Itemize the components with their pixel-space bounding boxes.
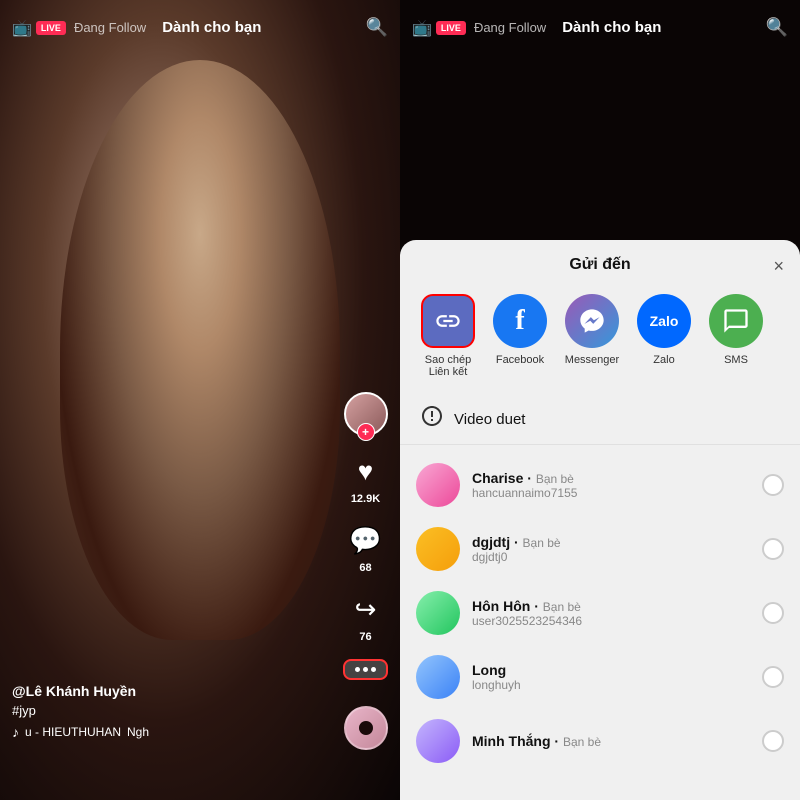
friend-name-4: Minh Thắng · Bạn bè bbox=[472, 733, 750, 749]
friend-username-1: dgjdtj0 bbox=[472, 550, 750, 564]
heart-icon: ♥ bbox=[347, 452, 385, 490]
duet-icon bbox=[420, 404, 444, 434]
zalo-label: Zalo bbox=[653, 354, 674, 366]
zalo-icon: Zalo bbox=[637, 294, 691, 348]
right-video-panel: 📺 LIVE Đang Follow Dành cho bạn 🔍 Gửi đế… bbox=[400, 0, 800, 800]
friend-avatar-3 bbox=[416, 655, 460, 699]
share-sms[interactable]: SMS bbox=[704, 294, 768, 366]
right-live-badge: LIVE bbox=[436, 21, 466, 35]
friend-info-4: Minh Thắng · Bạn bè bbox=[472, 733, 750, 749]
friend-item-1[interactable]: dgjdtj · Bạn bèdgjdtj0 bbox=[400, 517, 800, 581]
friend-avatar-0 bbox=[416, 463, 460, 507]
friend-avatar-1 bbox=[416, 527, 460, 571]
friend-info-1: dgjdtj · Bạn bèdgjdtj0 bbox=[472, 534, 750, 564]
friend-username-3: longhuyh bbox=[472, 678, 750, 692]
tv-icon: 📺 bbox=[12, 18, 32, 38]
left-header-tabs: Đang Follow Dành cho bạn bbox=[74, 19, 366, 36]
friend-username-2: user3025523254346 bbox=[472, 614, 750, 628]
music-note-icon: ♪ bbox=[12, 724, 19, 740]
share-messenger[interactable]: Messenger bbox=[560, 294, 624, 366]
comment-button[interactable]: 💬 68 bbox=[347, 521, 385, 574]
friend-radio-4[interactable] bbox=[762, 730, 784, 752]
friend-username-0: hancuannaimo7155 bbox=[472, 486, 750, 500]
live-badge: LIVE bbox=[36, 21, 66, 35]
music-disc bbox=[344, 706, 388, 750]
music-row: ♪ u - HIEUTHUHAN Ngh bbox=[12, 724, 149, 740]
right-tab-for-you[interactable]: Dành cho bạn bbox=[562, 19, 661, 36]
friend-avatar-2 bbox=[416, 591, 460, 635]
copy-link-label: Sao chépLiên kết bbox=[425, 354, 471, 378]
share-icons-row: Sao chépLiên kết f Facebook Messenger Z bbox=[400, 286, 800, 394]
music-suffix: Ngh bbox=[127, 725, 149, 739]
friend-info-0: Charise · Bạn bèhancuannaimo7155 bbox=[472, 470, 750, 500]
facebook-icon: f bbox=[493, 294, 547, 348]
hashtag: #jyp bbox=[12, 703, 149, 718]
friend-item-0[interactable]: Charise · Bạn bèhancuannaimo7155 bbox=[400, 453, 800, 517]
right-tv-icon: 📺 bbox=[412, 18, 432, 38]
modal-title: Gửi đến bbox=[569, 256, 630, 274]
comments-count: 68 bbox=[359, 562, 371, 574]
left-header: 📺 LIVE Đang Follow Dành cho bạn 🔍 bbox=[0, 0, 400, 55]
sms-label: SMS bbox=[724, 354, 748, 366]
comment-icon: 💬 bbox=[347, 521, 385, 559]
follow-plus-icon: + bbox=[357, 423, 375, 441]
friend-name-3: Long bbox=[472, 662, 750, 678]
right-tab-follow[interactable]: Đang Follow bbox=[474, 20, 546, 35]
friend-item-3[interactable]: Longlonghuyh bbox=[400, 645, 800, 709]
dot-1 bbox=[355, 667, 360, 672]
friend-radio-2[interactable] bbox=[762, 602, 784, 624]
left-tab-for-you[interactable]: Dành cho bạn bbox=[162, 19, 261, 36]
share-icon: ↪ bbox=[347, 590, 385, 628]
video-duet-row[interactable]: Video duet bbox=[400, 394, 800, 445]
bottom-info: @Lê Khánh Huyền #jyp ♪ u - HIEUTHUHAN Ng… bbox=[12, 683, 149, 740]
share-button[interactable]: ↪ 76 bbox=[347, 590, 385, 643]
right-header: 📺 LIVE Đang Follow Dành cho bạn 🔍 bbox=[400, 0, 800, 55]
more-options-button[interactable] bbox=[343, 659, 388, 680]
share-modal: Gửi đến × Sao chépLiên kết f Facebook bbox=[400, 240, 800, 800]
facebook-label: Facebook bbox=[496, 354, 544, 366]
friend-info-2: Hôn Hôn · Bạn bèuser3025523254346 bbox=[472, 598, 750, 628]
left-tab-follow[interactable]: Đang Follow bbox=[74, 20, 146, 35]
friend-radio-0[interactable] bbox=[762, 474, 784, 496]
messenger-label: Messenger bbox=[565, 354, 619, 366]
left-search-icon[interactable]: 🔍 bbox=[366, 17, 388, 38]
friend-info-3: Longlonghuyh bbox=[472, 662, 750, 692]
modal-header: Gửi đến × bbox=[400, 256, 800, 286]
like-button[interactable]: ♥ 12.9K bbox=[347, 452, 385, 505]
copy-link-icon bbox=[421, 294, 475, 348]
creator-username: @Lê Khánh Huyền bbox=[12, 683, 149, 699]
friend-radio-1[interactable] bbox=[762, 538, 784, 560]
left-video-panel: 📺 LIVE Đang Follow Dành cho bạn 🔍 + ♥ 12… bbox=[0, 0, 400, 800]
share-copy-link[interactable]: Sao chépLiên kết bbox=[416, 294, 480, 378]
share-zalo[interactable]: Zalo Zalo bbox=[632, 294, 696, 366]
right-actions: + ♥ 12.9K 💬 68 ↪ 76 bbox=[343, 392, 388, 680]
friend-name-0: Charise · Bạn bè bbox=[472, 470, 750, 486]
dot-3 bbox=[371, 667, 376, 672]
right-header-tabs: Đang Follow Dành cho bạn bbox=[474, 19, 766, 36]
duet-label: Video duet bbox=[454, 411, 525, 428]
friend-list: Charise · Bạn bèhancuannaimo7155 dgjdtj ·… bbox=[400, 453, 800, 773]
friend-item-2[interactable]: Hôn Hôn · Bạn bèuser3025523254346 bbox=[400, 581, 800, 645]
friend-name-2: Hôn Hôn · Bạn bè bbox=[472, 598, 750, 614]
share-facebook[interactable]: f Facebook bbox=[488, 294, 552, 366]
sms-icon bbox=[709, 294, 763, 348]
face-overlay bbox=[60, 60, 340, 640]
friend-item-4[interactable]: Minh Thắng · Bạn bè bbox=[400, 709, 800, 773]
close-button[interactable]: × bbox=[773, 256, 784, 277]
dot-2 bbox=[363, 667, 368, 672]
friend-radio-3[interactable] bbox=[762, 666, 784, 688]
friend-avatar-4 bbox=[416, 719, 460, 763]
messenger-icon bbox=[565, 294, 619, 348]
shares-count: 76 bbox=[359, 631, 371, 643]
music-text: u - HIEUTHUHAN bbox=[25, 725, 121, 739]
likes-count: 12.9K bbox=[351, 493, 380, 505]
disc-center bbox=[359, 721, 373, 735]
friend-name-1: dgjdtj · Bạn bè bbox=[472, 534, 750, 550]
creator-avatar-wrap[interactable]: + bbox=[344, 392, 388, 436]
right-search-icon[interactable]: 🔍 bbox=[766, 17, 788, 38]
